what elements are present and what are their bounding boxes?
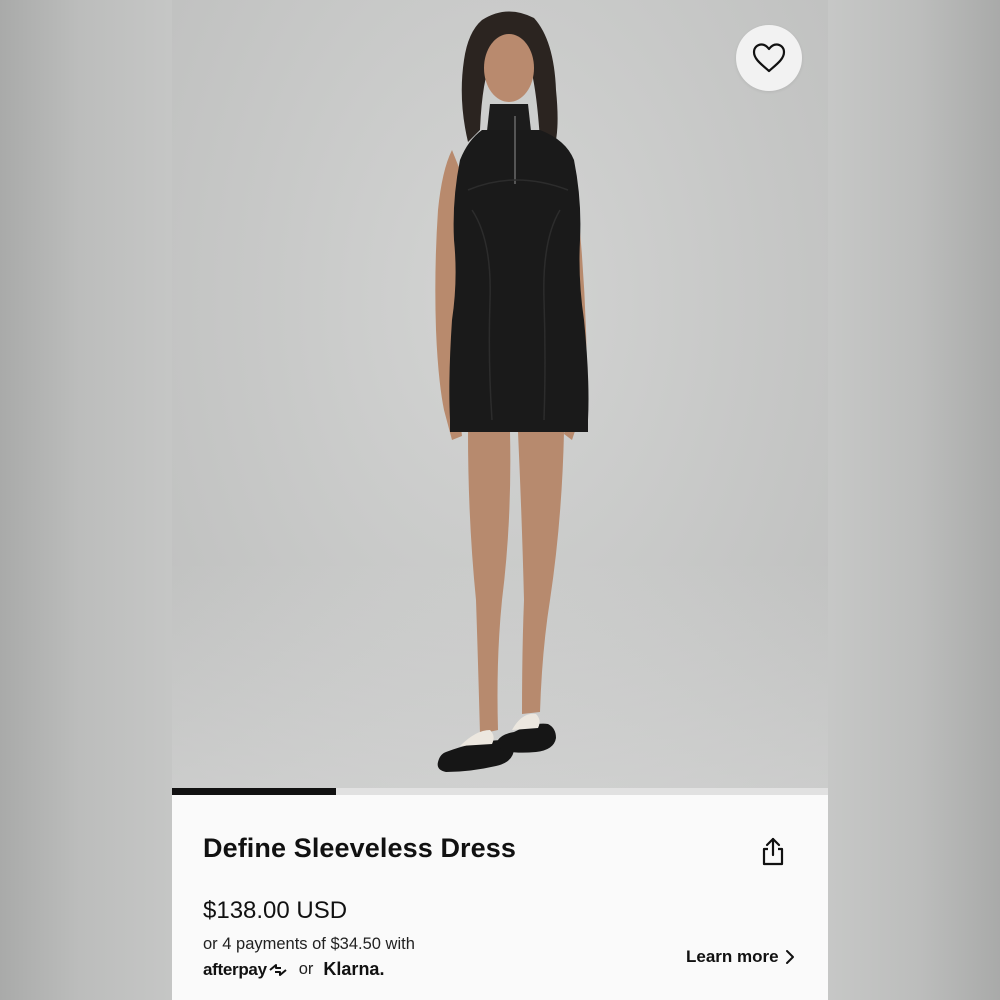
afterpay-label: afterpay: [203, 959, 267, 979]
installments-text: or 4 payments of $34.50 with: [203, 935, 415, 953]
payment-providers: afterpay or Klarna.: [203, 959, 384, 980]
learn-more-link[interactable]: Learn more: [686, 947, 795, 967]
share-icon[interactable]: [760, 837, 786, 867]
product-title: Define Sleeveless Dress: [203, 833, 516, 863]
product-image[interactable]: [172, 0, 828, 788]
wishlist-button[interactable]: [736, 25, 802, 91]
model-figure: [435, 11, 589, 772]
afterpay-arrows-icon: [269, 963, 287, 976]
learn-more-label: Learn more: [686, 947, 779, 966]
product-price: $138.00 USD: [203, 897, 348, 924]
klarna-logo: Klarna.: [323, 959, 385, 979]
product-page: Define Sleeveless Dress $138.00 USD or 4…: [172, 0, 828, 1000]
chevron-right-icon: [785, 950, 794, 964]
provider-separator: or: [298, 960, 314, 978]
gallery-progress-fill: [172, 788, 336, 795]
afterpay-logo: afterpay: [203, 960, 289, 980]
gallery-progress: [172, 788, 828, 795]
heart-icon: [752, 43, 786, 73]
product-info: Define Sleeveless Dress $138.00 USD or 4…: [172, 795, 828, 1000]
